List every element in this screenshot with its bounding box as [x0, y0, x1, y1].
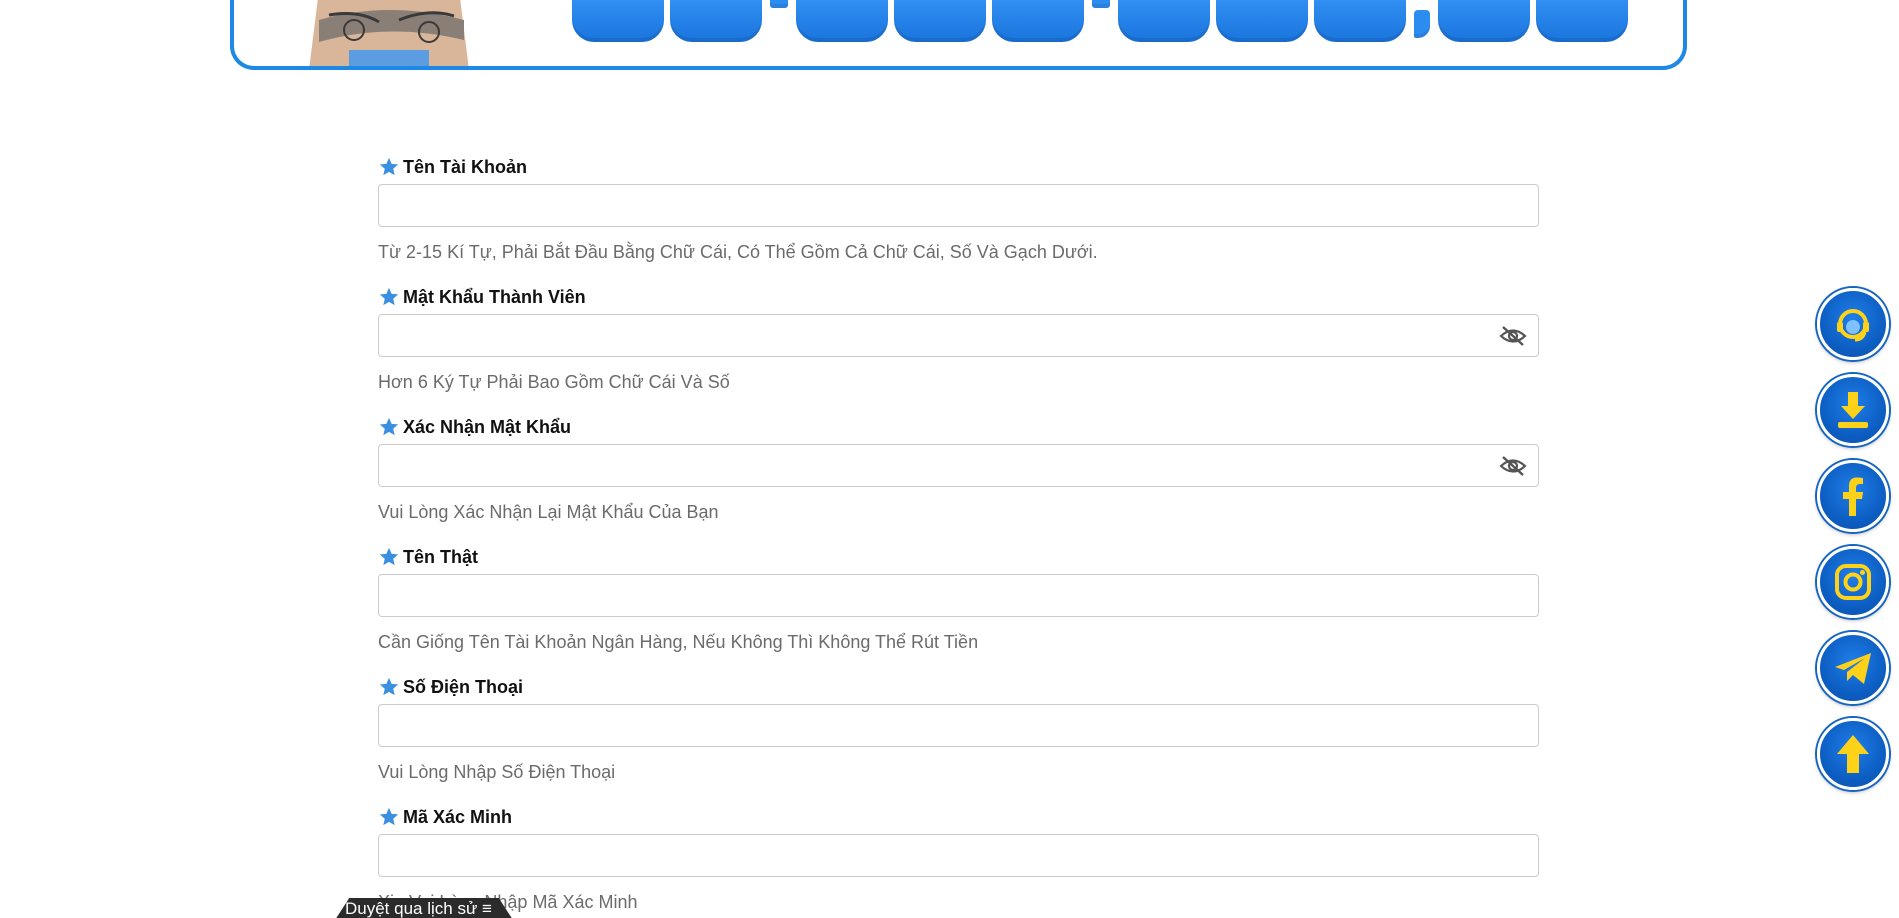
counter-comma [1414, 10, 1430, 38]
field-confirm-password: Xác Nhận Mật Khẩu Vui Lòng Xác Nhận Lại … [378, 415, 1539, 545]
counter-digit [670, 0, 762, 42]
counter-digit [796, 0, 888, 42]
required-star-icon [379, 417, 399, 436]
phone-input[interactable] [378, 704, 1539, 747]
eye-slash-icon[interactable] [1499, 325, 1527, 347]
field-password: Mật Khẩu Thành Viên Hơn 6 Ký Tự Phải Bao… [378, 285, 1539, 415]
floating-side-menu [1817, 288, 1891, 804]
counter-digit [1216, 0, 1308, 42]
download-icon [1838, 392, 1868, 428]
real-name-hint: Cần Giống Tên Tài Khoản Ngân Hàng, Nếu K… [378, 632, 979, 652]
instagram-icon [1835, 564, 1871, 600]
counter-digit [572, 0, 664, 42]
counter-digit [894, 0, 986, 42]
field-real-name: Tên Thật Cần Giống Tên Tài Khoản Ngân Hà… [378, 545, 1539, 675]
username-label: Tên Tài Khoản [403, 156, 528, 177]
real-name-label: Tên Thật [403, 546, 478, 567]
scroll-top-button[interactable] [1817, 718, 1889, 790]
download-button[interactable] [1817, 374, 1889, 446]
password-label: Mật Khẩu Thành Viên [403, 286, 586, 307]
facebook-button[interactable] [1817, 460, 1889, 532]
counter-digit [1438, 0, 1530, 42]
counter-digit [992, 0, 1084, 42]
field-verification-code: Mã Xác Minh Xin Vui Lòng Nhập Mã Xác Min… [378, 805, 1539, 918]
counter-digit [1118, 0, 1210, 42]
telegram-button[interactable] [1817, 632, 1889, 704]
customer-support-button[interactable] [1817, 288, 1889, 360]
instagram-button[interactable] [1817, 546, 1889, 618]
jackpot-banner [230, 0, 1687, 70]
field-username: Tên Tài Khoản Từ 2-15 Kí Tự, Phải Bắt Đầ… [378, 155, 1539, 285]
required-star-icon [379, 157, 399, 176]
facebook-icon [1843, 477, 1863, 516]
confirm-password-label: Xác Nhận Mật Khẩu [403, 416, 572, 437]
jackpot-counter [572, 0, 1628, 42]
required-star-icon [379, 547, 399, 566]
counter-digit [1536, 0, 1628, 42]
banner-person-image [289, 0, 489, 66]
verification-code-label: Mã Xác Minh [403, 806, 513, 827]
browse-history-tab[interactable]: Duyệt qua lịch sử ≡ [335, 898, 513, 918]
phone-label: Số Điện Thoại [403, 676, 524, 697]
real-name-input[interactable] [378, 574, 1539, 617]
verification-code-input[interactable] [378, 834, 1539, 877]
telegram-icon [1835, 653, 1871, 684]
eye-slash-icon[interactable] [1499, 455, 1527, 477]
counter-separator [770, 0, 788, 8]
required-star-icon [379, 807, 399, 826]
username-hint: Từ 2-15 Kí Tự, Phải Bắt Đầu Bằng Chữ Cái… [378, 242, 1098, 262]
verification-code-hint: Xin Vui Lòng Nhập Mã Xác Minh [378, 892, 638, 912]
confirm-password-input[interactable] [378, 444, 1539, 487]
password-hint: Hơn 6 Ký Tự Phải Bao Gồm Chữ Cái Và Số [378, 372, 730, 392]
arrow-up-icon [1837, 735, 1869, 773]
password-input[interactable] [378, 314, 1539, 357]
phone-hint: Vui Lòng Nhập Số Điện Thoại [378, 762, 616, 782]
counter-digit [1314, 0, 1406, 42]
required-star-icon [379, 287, 399, 306]
confirm-password-hint: Vui Lòng Xác Nhận Lại Mật Khẩu Của Bạn [378, 502, 719, 522]
headset-support-icon [1837, 309, 1869, 342]
username-input[interactable] [378, 184, 1539, 227]
counter-separator [1092, 0, 1110, 8]
field-phone: Số Điện Thoại Vui Lòng Nhập Số Điện Thoạ… [378, 675, 1539, 805]
required-star-icon [379, 677, 399, 696]
registration-form: Tên Tài Khoản Từ 2-15 Kí Tự, Phải Bắt Đầ… [378, 155, 1539, 918]
